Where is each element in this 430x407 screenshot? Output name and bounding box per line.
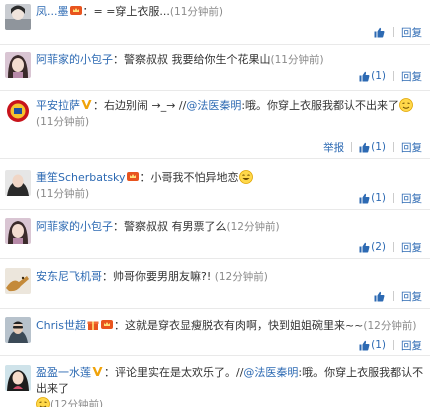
avatar[interactable] — [5, 4, 31, 30]
comment-time: (12分钟前) — [214, 271, 268, 283]
thumb-up-icon — [359, 340, 370, 350]
member-crown-icon — [100, 319, 113, 330]
like-button[interactable]: (1) — [359, 70, 386, 82]
comment-time: (12分钟前) — [50, 399, 104, 407]
emoticon-icon — [36, 397, 50, 407]
comment-item: 平安拉萨 ：右边别闹 →_→ //@法医秦明:哦。你穿上衣服我都认不出来了(11分… — [0, 91, 430, 159]
comment-text: = =穿上衣服... — [93, 5, 170, 18]
like-count: (1) — [371, 192, 386, 204]
comment-text: 警察叔叔 有男票了么 — [124, 220, 227, 233]
comment-item: 安东尼飞机哥：帅哥你要男朋友嘛?! (12分钟前) 回复 — [0, 259, 430, 309]
mention-link[interactable]: @法医秦明 — [186, 99, 241, 112]
comment-list: 凤...墨 ：= =穿上衣服...(11分钟前) 回复 阿菲家的小包子：警察叔叔 … — [0, 0, 430, 407]
thumb-up-icon — [374, 291, 385, 301]
like-count: (1) — [371, 70, 386, 82]
comment-username[interactable]: 阿菲家的小包子 — [36, 53, 113, 66]
member-crown-icon — [69, 5, 82, 16]
emoticon-icon — [238, 170, 253, 184]
comment-item: 阿菲家的小包子：警察叔叔 有男票了么(12分钟前) (2) 回复 — [0, 210, 430, 259]
thumb-up-icon — [359, 242, 370, 252]
comment-username[interactable]: 安东尼飞机哥 — [36, 270, 102, 283]
comment-time: (11分钟前) — [169, 6, 223, 18]
comment-text: 帅哥你要男朋友嘛?! — [113, 270, 212, 283]
reply-button[interactable]: 回复 — [401, 338, 422, 353]
thumb-up-icon — [374, 27, 385, 37]
comment-text: 小哥我不怕异地恋 — [150, 171, 239, 184]
comment-text: 评论里实在是太欢乐了。// — [115, 366, 244, 379]
reply-button[interactable]: 回复 — [401, 191, 422, 206]
reply-button[interactable]: 回复 — [401, 140, 422, 155]
like-count: (1) — [371, 141, 386, 153]
comment-item: 盈盈一水莲 ：评论里实在是太欢乐了。//@法医秦明:哦。你穿上衣服我都认不出来了(… — [0, 356, 430, 407]
mention-link[interactable]: @法医秦明 — [243, 366, 298, 379]
avatar[interactable] — [5, 365, 31, 391]
comment-time: (12分钟前) — [226, 221, 280, 233]
comment-username[interactable]: 重笙Scherbatsky — [36, 171, 126, 184]
avatar[interactable] — [5, 218, 31, 244]
comment-text: 这就是穿衣显瘦脱衣有肉啊，快到姐姐碗里来~~ — [124, 319, 364, 332]
thumb-up-icon — [359, 142, 370, 152]
gift-icon — [87, 319, 99, 330]
comment-quote: :哦。你穿上衣服我都认不出来了 — [241, 99, 400, 112]
like-button[interactable] — [374, 27, 386, 38]
comment-item: 阿菲家的小包子：警察叔叔 我要给你生个花果山(11分钟前) (1) 回复 — [0, 45, 430, 91]
comment-time: (11分钟前) — [270, 54, 324, 66]
reply-button[interactable]: 回复 — [401, 69, 422, 84]
like-button[interactable]: (1) — [359, 192, 386, 204]
comment-time: (12分钟前) — [363, 320, 417, 332]
comment-username[interactable]: Chris世超 — [36, 319, 86, 332]
member-crown-icon — [126, 171, 139, 182]
thumb-up-icon — [359, 71, 370, 81]
avatar[interactable] — [5, 268, 31, 294]
comment-item: 重笙Scherbatsky ：小哥我不怕异地恋 (11分钟前) (1) 回复 — [0, 159, 430, 210]
reply-button[interactable]: 回复 — [401, 25, 422, 40]
emoticon-icon — [399, 98, 413, 112]
comment-username[interactable]: 盈盈一水莲 — [36, 366, 91, 379]
comment-text: 右边别闹 →_→ // — [104, 99, 187, 112]
avatar[interactable] — [5, 52, 31, 78]
thumb-up-icon — [359, 193, 370, 203]
comment-item: 凤...墨 ：= =穿上衣服...(11分钟前) 回复 — [0, 0, 430, 45]
like-count: (2) — [371, 241, 386, 253]
comment-username[interactable]: 平安拉萨 — [36, 99, 80, 112]
like-button[interactable]: (2) — [359, 241, 386, 253]
comment-time: (11分钟前) — [36, 188, 90, 200]
like-count: (1) — [371, 339, 386, 351]
reply-button[interactable]: 回复 — [401, 289, 422, 304]
comment-item: Chris世超 ：这就是穿衣显瘦脱衣有肉啊，快到姐姐碗里来~~(12分钟前) (1… — [0, 309, 430, 356]
avatar[interactable] — [5, 317, 31, 343]
verified-v-icon — [92, 366, 103, 377]
like-button[interactable]: (1) — [359, 339, 386, 351]
verified-v-icon — [81, 99, 92, 110]
like-button[interactable] — [374, 291, 386, 302]
reply-button[interactable]: 回复 — [401, 240, 422, 255]
like-button[interactable]: (1) — [359, 141, 386, 153]
avatar[interactable] — [5, 170, 31, 196]
report-button[interactable]: 举报 — [323, 140, 344, 155]
comment-time: (11分钟前) — [36, 116, 90, 128]
comment-text: 警察叔叔 我要给你生个花果山 — [124, 53, 271, 66]
comment-username[interactable]: 凤...墨 — [36, 5, 69, 18]
avatar[interactable] — [5, 98, 31, 124]
comment-username[interactable]: 阿菲家的小包子 — [36, 220, 113, 233]
